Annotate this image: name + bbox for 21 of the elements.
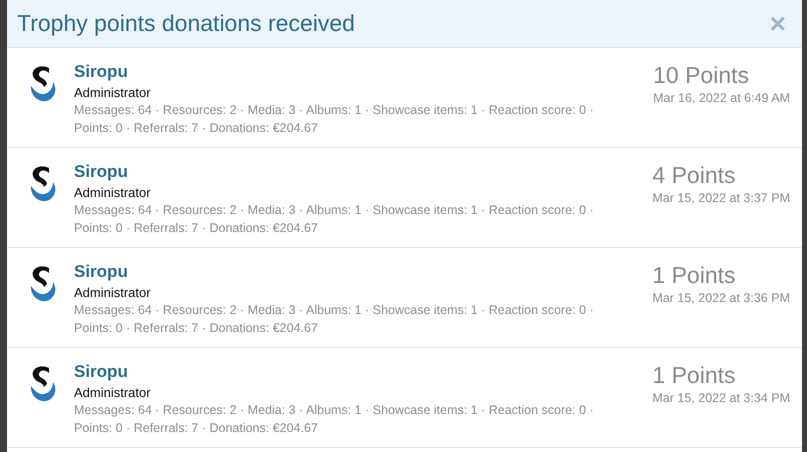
points-amount: 10 Points bbox=[653, 62, 750, 89]
points-amount: 1 Points bbox=[652, 262, 737, 289]
donation-date: Mar 16, 2022 at 6:49 AM bbox=[653, 91, 790, 105]
dialog-title: Trophy points donations received bbox=[17, 10, 355, 37]
user-role: Administrator bbox=[74, 85, 152, 100]
user-name-link[interactable]: Siropu bbox=[74, 162, 629, 182]
user-stats: Messages: 64 · Resources: 2 · Media: 3 · Albums: 1 · Showcase items: 1 · Reaction score: 0 · Points: 0 · Referrals: 7 · Donations: €204.67 bbox=[74, 202, 595, 237]
user-name-link[interactable]: Siropu bbox=[74, 62, 629, 82]
user-name-link[interactable]: Siropu bbox=[74, 262, 629, 282]
user-stats: Messages: 64 · Resources: 2 · Media: 3 · Albums: 1 · Showcase items: 1 · Reaction score: 0 · Points: 0 · Referrals: 7 · Donations: €204.67 bbox=[74, 402, 595, 437]
donation-date: Mar 15, 2022 at 3:36 PM bbox=[652, 291, 790, 305]
points-amount: 1 Points bbox=[652, 362, 737, 389]
user-role: Administrator bbox=[74, 285, 152, 300]
user-name-link[interactable]: Siropu bbox=[74, 362, 629, 382]
donation-date: Mar 15, 2022 at 3:34 PM bbox=[652, 391, 790, 405]
user-role: Administrator bbox=[74, 385, 152, 400]
donation-date: Mar 15, 2022 at 3:37 PM bbox=[652, 191, 790, 205]
user-stats: Messages: 64 · Resources: 2 · Media: 3 · Albums: 1 · Showcase items: 1 · Reaction score: 0 · Points: 0 · Referrals: 7 · Donations: €204.67 bbox=[74, 302, 595, 337]
user-role: Administrator bbox=[74, 185, 152, 200]
user-stats: Messages: 64 · Resources: 2 · Media: 3 · Albums: 1 · Showcase items: 1 · Reaction score: 0 · Points: 0 · Referrals: 7 · Donations: €204.67 bbox=[74, 102, 595, 137]
points-amount: 4 Points bbox=[652, 162, 737, 189]
